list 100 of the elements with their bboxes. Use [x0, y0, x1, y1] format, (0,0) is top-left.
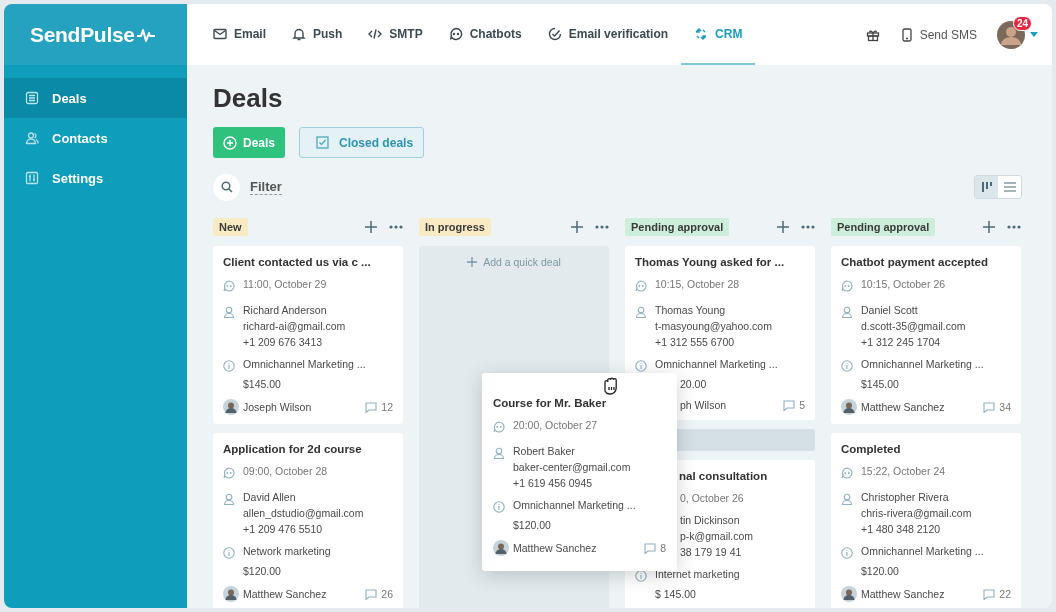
- add-icon[interactable]: [571, 221, 583, 233]
- chat-icon: [223, 467, 235, 479]
- sliders-icon: [25, 171, 39, 185]
- info-icon: [635, 570, 647, 582]
- contact-email: richard-ai@gmail.com: [243, 319, 346, 334]
- plus-circle-icon: [223, 135, 237, 150]
- code-icon: [368, 26, 383, 41]
- contact-phone: +1 312 555 6700: [655, 335, 736, 350]
- comment-icon: [783, 399, 796, 411]
- contact-email: d.scott-35@gmail.com: [861, 319, 966, 334]
- chat-icon: [493, 421, 505, 433]
- person-icon: [493, 447, 505, 459]
- board-view-button[interactable]: [975, 176, 998, 198]
- checkbox-icon: [316, 136, 330, 149]
- deal-price: $ 145.00: [655, 587, 696, 602]
- deal-service: Network marketing: [243, 544, 331, 559]
- gift-icon[interactable]: [865, 27, 880, 42]
- stage-tag: New: [213, 218, 248, 236]
- deal-time: 11:00, October 29: [243, 277, 327, 292]
- list-icon: [1003, 182, 1016, 192]
- info-icon: [841, 547, 853, 559]
- sidebar-item[interactable]: Deals: [4, 78, 187, 118]
- person-icon: [223, 306, 235, 318]
- deal-card[interactable]: Application for 2d course 09:00, October 28 David Allen allen_dstudio@gmail.com +1 209 476 5510 Network marketing $120.00 Matthew Sanchez 26: [213, 433, 403, 608]
- owner-name: ph Wilson: [679, 399, 727, 411]
- deal-time: 0, October 26: [679, 491, 744, 506]
- nav-tab[interactable]: SMTP: [355, 4, 436, 65]
- nav-tab[interactable]: Push: [279, 4, 356, 65]
- contact-email: chris-rivera@gmail.com: [861, 506, 972, 521]
- more-icon[interactable]: [595, 225, 609, 229]
- nav-tab[interactable]: Email: [213, 4, 279, 65]
- more-icon[interactable]: [1007, 225, 1021, 229]
- phone-icon: [901, 27, 912, 42]
- chat-icon: [841, 280, 853, 292]
- info-icon: [223, 360, 235, 372]
- deal-title: Completed: [841, 443, 902, 455]
- add-icon[interactable]: [777, 221, 789, 233]
- deal-price: $120.00: [243, 564, 281, 579]
- owner-name: Matthew Sanchez: [861, 401, 945, 413]
- contact-phone: 38 179 19 41: [679, 545, 743, 560]
- deal-card[interactable]: Chatbot payment accepted 10:15, October 26 Daniel Scott d.scott-35@gmail.com +1 312 245 1704 Omnichannel Marketing ... $145.00 Matthew Sanchez 34: [831, 246, 1021, 424]
- dragged-card-overlay[interactable]: Course for Mr. Baker 20:00, October 27 Robert Baker baker-center@gmail.com +1 619 456 0945 Omnichannel Marketing ... $120.00 Matthew Sanchez 8: [482, 373, 677, 571]
- owner-name: Joseph Wilson: [243, 401, 312, 413]
- comment-icon: [644, 542, 657, 554]
- deal-time: 15:22, October 24: [861, 464, 946, 479]
- comment-count: 12: [381, 401, 393, 413]
- avatar: [223, 586, 239, 602]
- chat-icon: [448, 26, 463, 41]
- comment-count: 34: [999, 401, 1011, 413]
- person-icon: [841, 493, 853, 505]
- contact-name: Christopher Rivera: [861, 490, 950, 505]
- deal-card[interactable]: Completed 15:22, October 24 Christopher Rivera chris-rivera@gmail.com +1 480 348 2120 Omnichannel Marketing ... $120.00 Matthew Sanchez 22: [831, 433, 1021, 608]
- add-icon[interactable]: [365, 221, 377, 233]
- stage-tag: Pending approval: [831, 218, 936, 236]
- chat-icon: [841, 467, 853, 479]
- contact-name: tin Dickinson: [679, 513, 741, 528]
- caret-icon[interactable]: [1030, 32, 1038, 37]
- add-icon[interactable]: [983, 221, 995, 233]
- deal-card[interactable]: Client contacted us via c ... 11:00, October 29 Richard Anderson richard-ai@gmail.com +1 209 676 3413 Omnichannel Marketing ... $145.00 Joseph Wilson 12: [213, 246, 403, 424]
- owner-name: Matthew Sanchez: [243, 588, 327, 600]
- contact-email: p-k@gmail.com: [679, 529, 754, 544]
- deal-title: Course for Mr. Baker: [493, 397, 608, 409]
- contact-email: t-masyoung@yahoo.com: [655, 319, 772, 334]
- send-sms-link[interactable]: Send SMS: [901, 4, 977, 65]
- contact-name: Richard Anderson: [243, 303, 328, 318]
- comment-count: 8: [660, 542, 666, 554]
- more-icon[interactable]: [801, 225, 815, 229]
- plus-icon: [467, 257, 478, 267]
- search-button[interactable]: [213, 173, 240, 201]
- filter-link[interactable]: Filter: [250, 179, 282, 195]
- comment-icon: [983, 401, 996, 413]
- board-icon: [980, 182, 993, 192]
- comment-icon: [983, 588, 996, 600]
- owner-name: Matthew Sanchez: [861, 588, 945, 600]
- contact-name: Daniel Scott: [861, 303, 919, 318]
- avatar: [493, 540, 509, 556]
- nav-tab[interactable]: Email verification: [534, 4, 682, 65]
- comment-count: 22: [999, 588, 1011, 600]
- bell-icon: [292, 26, 306, 41]
- person-icon: [635, 306, 647, 318]
- list-icon: [25, 91, 39, 105]
- contact-email: allen_dstudio@gmail.com: [243, 506, 364, 521]
- info-icon: [493, 501, 505, 513]
- deal-title: Thomas Young asked for ...: [635, 256, 786, 268]
- pulse-icon: [135, 26, 156, 43]
- deal-price: $145.00: [243, 377, 281, 392]
- comment-icon: [365, 588, 378, 600]
- contact-phone: +1 209 676 3413: [243, 335, 324, 350]
- deal-price: $145.00: [861, 377, 899, 392]
- avatar: [841, 586, 857, 602]
- contact-name: Thomas Young: [655, 303, 727, 318]
- comment-count: 5: [799, 399, 805, 411]
- more-icon[interactable]: [389, 225, 403, 229]
- nav-tab[interactable]: Chatbots: [435, 4, 535, 65]
- comment-count: 26: [381, 588, 393, 600]
- deal-time: 10:15, October 26: [861, 277, 946, 292]
- people-icon: [25, 131, 39, 145]
- person-icon: [841, 306, 853, 318]
- deal-price: 20.00: [679, 377, 707, 392]
- deal-card[interactable]: Thomas Young asked for ... 10:15, October 28 Thomas Young t-masyoung@yahoo.com +1 312 555 6700 Omnichannel Marketing ... 20.00 ph Wilson 5: [625, 246, 815, 420]
